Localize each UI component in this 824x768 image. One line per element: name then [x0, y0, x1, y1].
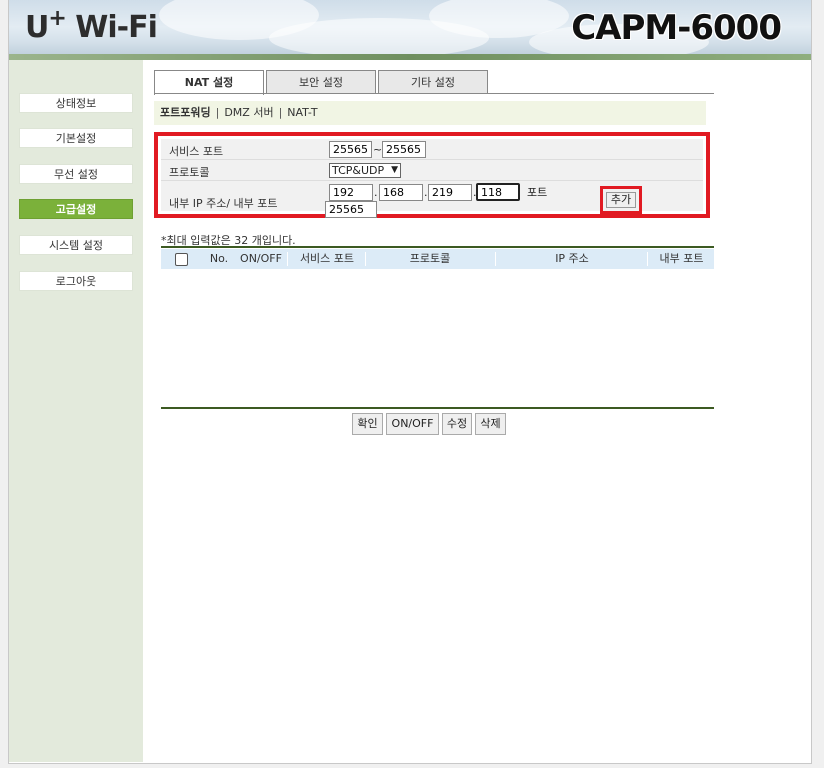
sidebar-item-system[interactable]: 시스템 설정 — [19, 235, 133, 255]
service-port-start-input[interactable]: 25565 — [329, 141, 372, 158]
sidebar-item-advanced[interactable]: 고급설정 — [19, 199, 133, 219]
col-no: No. — [209, 252, 229, 265]
service-port-row: 서비스 포트 25565 ~ 25565 — [161, 139, 703, 160]
header-banner: U+ Wi-Fi CAPM-6000 — [9, 0, 811, 60]
port-forward-form: 서비스 포트 25565 ~ 25565 프로토콜 TCP&UDP ▼ 내부 I… — [154, 132, 710, 218]
subnav-nat-t[interactable]: NAT-T — [287, 106, 317, 119]
protocol-row: 프로토콜 TCP&UDP ▼ — [161, 160, 703, 181]
sidebar: 상태정보 기본설정 무선 설정 고급설정 시스템 설정 로그아웃 — [9, 60, 143, 762]
col-ip: IP 주소 — [555, 252, 589, 265]
col-onoff: ON/OFF — [240, 252, 282, 265]
router-admin-window: U+ Wi-Fi CAPM-6000 상태정보 기본설정 무선 설정 고급설정 … — [8, 0, 812, 764]
tab-divider — [154, 93, 714, 94]
service-port-label: 서비스 포트 — [169, 145, 224, 158]
col-service-port: 서비스 포트 — [299, 252, 355, 265]
model-name: CAPM-6000 — [571, 8, 782, 48]
sidebar-item-basic[interactable]: 기본설정 — [19, 128, 133, 148]
protocol-label: 프로토콜 — [169, 166, 210, 179]
ip-octet-1-input[interactable]: 192 — [329, 184, 373, 201]
sidebar-item-logout[interactable]: 로그아웃 — [19, 271, 133, 291]
add-button-highlight: 추가 — [600, 186, 642, 214]
brand-logo: U+ Wi-Fi — [25, 6, 158, 45]
ip-octet-4-input[interactable]: 118 — [476, 183, 520, 201]
sidebar-item-wireless[interactable]: 무선 설정 — [19, 164, 133, 184]
col-internal-port: 내부 포트 — [659, 252, 704, 265]
subnav-dmz[interactable]: DMZ 서버 — [224, 106, 273, 119]
add-button[interactable]: 추가 — [606, 192, 636, 208]
tab-security[interactable]: 보안 설정 — [266, 70, 376, 94]
rules-table-header: No. ON/OFF 서비스 포트 프로토콜 IP 주소 내부 포트 — [161, 249, 714, 269]
port-word-label: 포트 — [527, 186, 548, 199]
ip-octet-3-input[interactable]: 219 — [428, 184, 472, 201]
col-protocol: 프로토콜 — [409, 252, 451, 265]
chevron-down-icon: ▼ — [391, 165, 398, 175]
internal-ip-label: 내부 IP 주소/ 내부 포트 — [169, 197, 278, 210]
select-all-checkbox[interactable] — [175, 253, 188, 266]
subnav: 포트포워딩 | DMZ 서버 | NAT-T — [154, 101, 706, 125]
delete-button[interactable]: 삭제 — [475, 413, 506, 435]
tab-etc[interactable]: 기타 설정 — [378, 70, 488, 94]
tab-nat[interactable]: NAT 설정 — [154, 70, 264, 95]
confirm-button[interactable]: 확인 — [352, 413, 383, 435]
edit-button[interactable]: 수정 — [442, 413, 472, 435]
ip-octet-2-input[interactable]: 168 — [379, 184, 423, 201]
onoff-button[interactable]: ON/OFF — [386, 413, 439, 435]
subnav-port-forwarding[interactable]: 포트포워딩 — [160, 106, 211, 119]
protocol-select[interactable]: TCP&UDP ▼ — [329, 163, 401, 178]
sidebar-item-status[interactable]: 상태정보 — [19, 93, 133, 113]
internal-port-input[interactable]: 25565 — [325, 201, 377, 218]
service-port-end-input[interactable]: 25565 — [382, 141, 426, 158]
